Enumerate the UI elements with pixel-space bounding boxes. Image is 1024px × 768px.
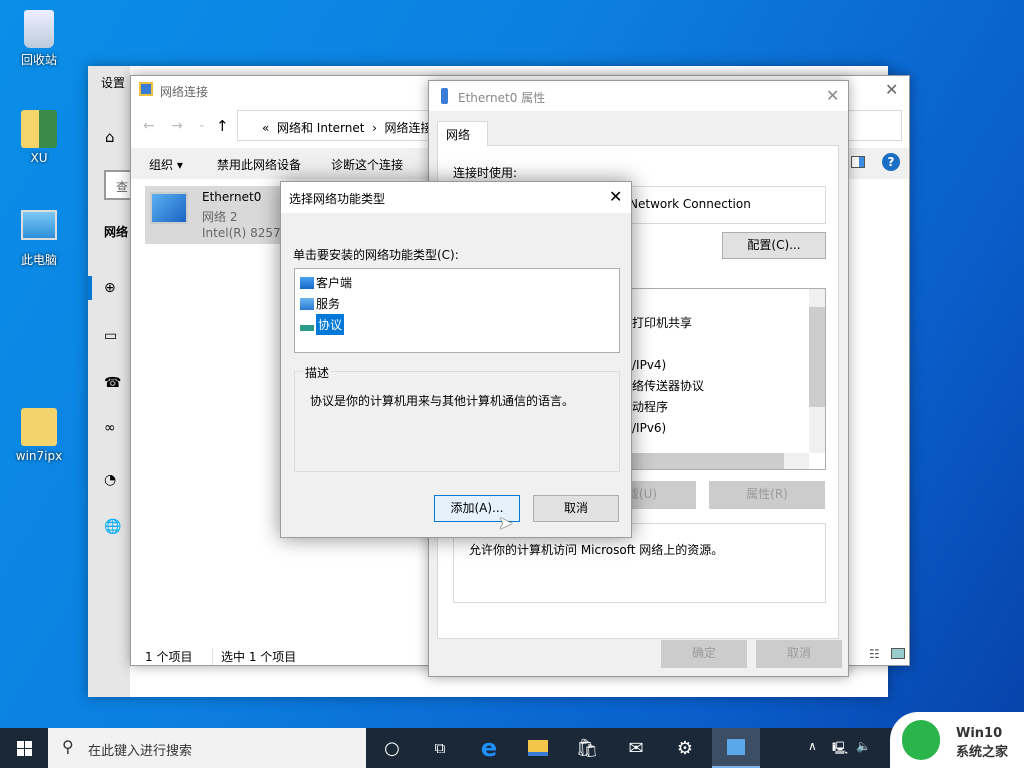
start-button[interactable] — [0, 728, 48, 768]
connection-network: 网络 2 — [202, 210, 238, 224]
window-title: Ethernet0 属性 — [458, 91, 546, 105]
prompt-label: 单击要安装的网络功能类型(C): — [293, 248, 459, 262]
up-button[interactable]: ↑ — [216, 117, 229, 135]
feature-item-protocol[interactable]: 协议 — [295, 314, 619, 335]
file-explorer-icon[interactable] — [514, 728, 562, 768]
mouse-cursor-icon: ➤ — [498, 513, 514, 534]
taskbar-search[interactable]: ⚲ 在此键入进行搜索 — [48, 728, 366, 768]
ethernet-icon — [441, 88, 448, 104]
ok-button[interactable]: 确定 — [661, 640, 747, 668]
folder-icon — [21, 408, 57, 446]
configure-button[interactable]: 配置(C)... — [722, 232, 826, 259]
desktop-icon-recycle-bin[interactable]: 回收站 — [4, 10, 74, 68]
ethernet-icon[interactable]: ▭ — [104, 328, 117, 344]
data-usage-icon[interactable]: ◔ — [104, 472, 116, 488]
search-icon: ⚲ — [62, 737, 74, 756]
properties-button[interactable]: 属性(R) — [709, 481, 825, 509]
component-item[interactable]: 动程序 — [632, 397, 704, 418]
network-connections-taskbar-icon[interactable] — [712, 728, 760, 768]
select-feature-dialog: 选择网络功能类型 ✕ 单击要安装的网络功能类型(C): 客户端 服务 协议 描述… — [280, 181, 632, 538]
windows-logo-icon — [16, 740, 32, 756]
cancel-button[interactable]: 取消 — [756, 640, 842, 668]
desktop-icon-this-pc[interactable]: 此电脑 — [4, 210, 74, 268]
feature-list[interactable]: 客户端 服务 协议 — [294, 268, 620, 353]
vertical-scrollbar[interactable] — [809, 289, 825, 453]
mail-icon[interactable]: ✉ — [612, 728, 660, 768]
breadcrumb-network-internet[interactable]: 网络和 Internet — [277, 121, 364, 135]
component-item[interactable]: /IPv4) — [632, 355, 704, 376]
large-icons-view-icon[interactable] — [891, 648, 905, 659]
connection-name: Ethernet0 — [202, 190, 262, 204]
connection-adapter: Intel(R) 82574 — [202, 226, 289, 240]
breadcrumb-network-connections[interactable]: 网络连接 — [385, 121, 433, 135]
network-adapter-icon — [150, 192, 188, 224]
feature-item-service[interactable]: 服务 — [295, 293, 619, 314]
diagnose-button[interactable]: 诊断这个连接 — [331, 156, 403, 173]
vpn-icon[interactable]: ∞ — [104, 420, 116, 436]
volume-tray-icon[interactable]: 🔈 — [856, 739, 871, 753]
organize-menu[interactable]: 组织 ▾ — [149, 156, 183, 173]
service-icon — [300, 297, 314, 310]
dialup-icon[interactable]: ☎ — [104, 375, 121, 391]
watermark-icon — [902, 720, 940, 760]
show-hidden-icons[interactable]: ∧ — [808, 739, 817, 753]
computer-icon — [21, 210, 57, 240]
recycle-bin-icon — [24, 10, 54, 48]
disable-device-button[interactable]: 禁用此网络设备 — [217, 156, 301, 173]
back-button[interactable]: ← — [143, 118, 155, 134]
settings-title: 设置 — [101, 76, 126, 90]
close-icon[interactable]: ✕ — [609, 187, 622, 206]
help-icon[interactable]: ? — [882, 153, 900, 171]
connect-using-label: 连接时使用: — [453, 166, 518, 180]
network-tray-icon[interactable]: 🖳 — [832, 739, 848, 760]
details-view-icon[interactable]: ☷ — [869, 647, 880, 661]
store-icon[interactable]: 🛍 — [563, 728, 611, 768]
proxy-icon[interactable]: 🌐 — [104, 519, 121, 535]
tab-network[interactable]: 网络 — [437, 121, 488, 146]
close-icon[interactable]: ✕ — [826, 86, 839, 105]
desktop-icon-user-folder[interactable]: XU — [4, 110, 74, 165]
recent-dropdown[interactable]: ⌄ — [198, 120, 206, 130]
cancel-button[interactable]: 取消 — [533, 495, 619, 522]
item-count: 1 个项目 — [145, 650, 193, 664]
user-folder-icon — [21, 110, 57, 148]
preview-pane-icon[interactable] — [851, 156, 865, 168]
connection-item[interactable]: Ethernet0 网络 2 Intel(R) 82574 — [145, 186, 289, 244]
status-icon[interactable]: ⊕ — [104, 280, 116, 296]
feature-item-client[interactable]: 客户端 — [295, 272, 619, 293]
cortana-button[interactable]: ○ — [368, 728, 416, 768]
window-title: 网络连接 — [160, 85, 209, 99]
taskbar: ⚲ 在此键入进行搜索 ○ ⧉ e 🛍 ✉ ⚙ ∧ 🖳 🔈 — [0, 728, 1024, 768]
close-icon[interactable]: ✕ — [885, 80, 898, 99]
component-item[interactable]: /IPv6) — [632, 418, 704, 439]
home-icon[interactable]: ⌂ — [105, 128, 115, 146]
desktop-icon-win7ipx[interactable]: win7ipx — [4, 408, 74, 463]
selected-count: 选中 1 个项目 — [212, 648, 296, 665]
component-item[interactable]: 打印机共享 — [632, 313, 704, 334]
client-icon — [300, 276, 314, 289]
edge-icon[interactable]: e — [465, 728, 513, 768]
forward-button[interactable]: → — [171, 118, 183, 134]
description-group: 描述 协议是你的计算机用来与其他计算机通信的语言。 — [294, 364, 620, 472]
watermark-logo: Win10 系统之家 — [890, 712, 1024, 768]
description-label: 描述 — [303, 364, 332, 381]
protocol-icon — [300, 324, 314, 331]
component-item[interactable]: 络传送器协议 — [632, 376, 704, 397]
description-text: 协议是你的计算机用来与其他计算机通信的语言。 — [310, 394, 575, 408]
settings-section: 网络 — [104, 225, 129, 239]
settings-gear-icon[interactable]: ⚙ — [661, 728, 709, 768]
task-view-button[interactable]: ⧉ — [416, 728, 464, 768]
dialog-title: 选择网络功能类型 — [289, 192, 386, 206]
network-folder-icon — [139, 82, 153, 96]
